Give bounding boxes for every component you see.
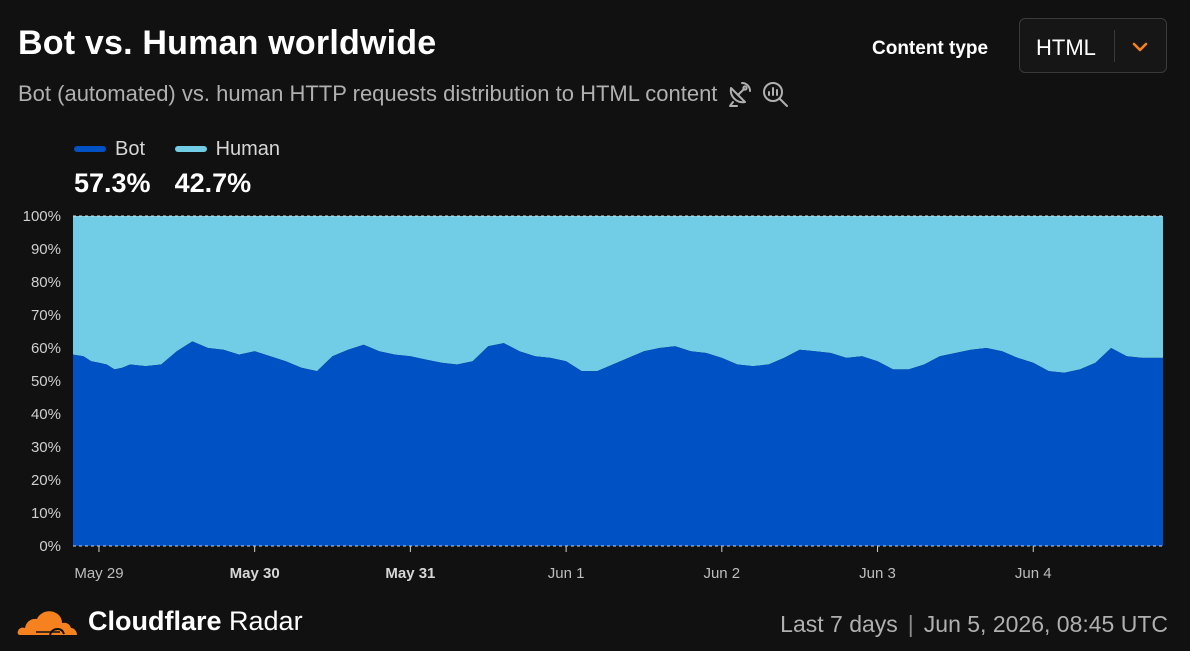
content-type-value: HTML [1036,35,1096,60]
y-tick-label: 80% [31,274,61,291]
chart-legend: Bot 57.3% Human 42.7% [74,136,280,199]
x-tick-label: May 29 [74,565,123,582]
area-bot[interactable] [73,341,1163,546]
legend-item-bot[interactable]: Bot 57.3% [74,136,151,199]
y-tick-label: 60% [31,340,61,357]
select-divider [1114,30,1115,62]
y-tick-label: 30% [31,439,61,456]
y-tick-label: 100% [23,208,61,225]
subtitle-text: Bot (automated) vs. human HTTP requests … [18,81,718,106]
content-type-label: Content type [872,38,989,59]
cloudflare-radar-logo[interactable]: Cloudflare Radar [16,606,303,637]
legend-item-human[interactable]: Human 42.7% [174,136,281,199]
time-range: Last 7 days [780,611,898,637]
legend-swatch-human [174,146,207,152]
legend-swatch-bot [74,146,106,152]
y-tick-label: 20% [31,472,61,489]
x-tick-label: May 30 [230,565,280,582]
timeframe-info: Last 7 days | Jun 5, 2026, 08:45 UTC [780,611,1168,638]
footer-separator: | [907,611,914,637]
stacked-area-chart[interactable]: 0% 10% 20% 30% 40% 50% 60% 70% 80% 90% 100% May 29 M… [0,200,1190,590]
page-title: Bot vs. Human worldwide [18,24,437,62]
x-tick-label: Jun 4 [1015,565,1052,582]
x-tick-label: Jun 3 [859,565,896,582]
y-tick-label: 50% [31,373,61,390]
legend-value-bot: 57.3% [74,168,151,198]
legend-label-bot: Bot [115,137,146,160]
content-type-select[interactable]: HTML [1019,18,1167,73]
satellite-dish-icon[interactable] [725,80,753,108]
y-tick-label: 40% [31,406,61,423]
area-human[interactable] [73,216,1163,373]
search-chart-icon[interactable] [761,80,789,108]
x-tick-label: Jun 1 [548,565,585,582]
y-tick-label: 0% [39,538,61,555]
legend-label-human: Human [215,137,281,160]
chart-subtitle: Bot (automated) vs. human HTTP requests … [18,80,789,108]
cloudflare-cloud-icon [17,610,77,635]
y-tick-label: 10% [31,505,61,522]
y-tick-label: 90% [31,241,61,258]
brand-name: Cloudflare Radar [88,606,303,636]
last-updated: Jun 5, 2026, 08:45 UTC [923,611,1168,637]
x-tick-label: May 31 [385,565,435,582]
legend-value-human: 42.7% [174,168,252,198]
x-tick-label: Jun 2 [703,565,740,582]
chevron-down-icon[interactable] [1130,37,1150,57]
y-tick-label: 70% [31,307,61,324]
